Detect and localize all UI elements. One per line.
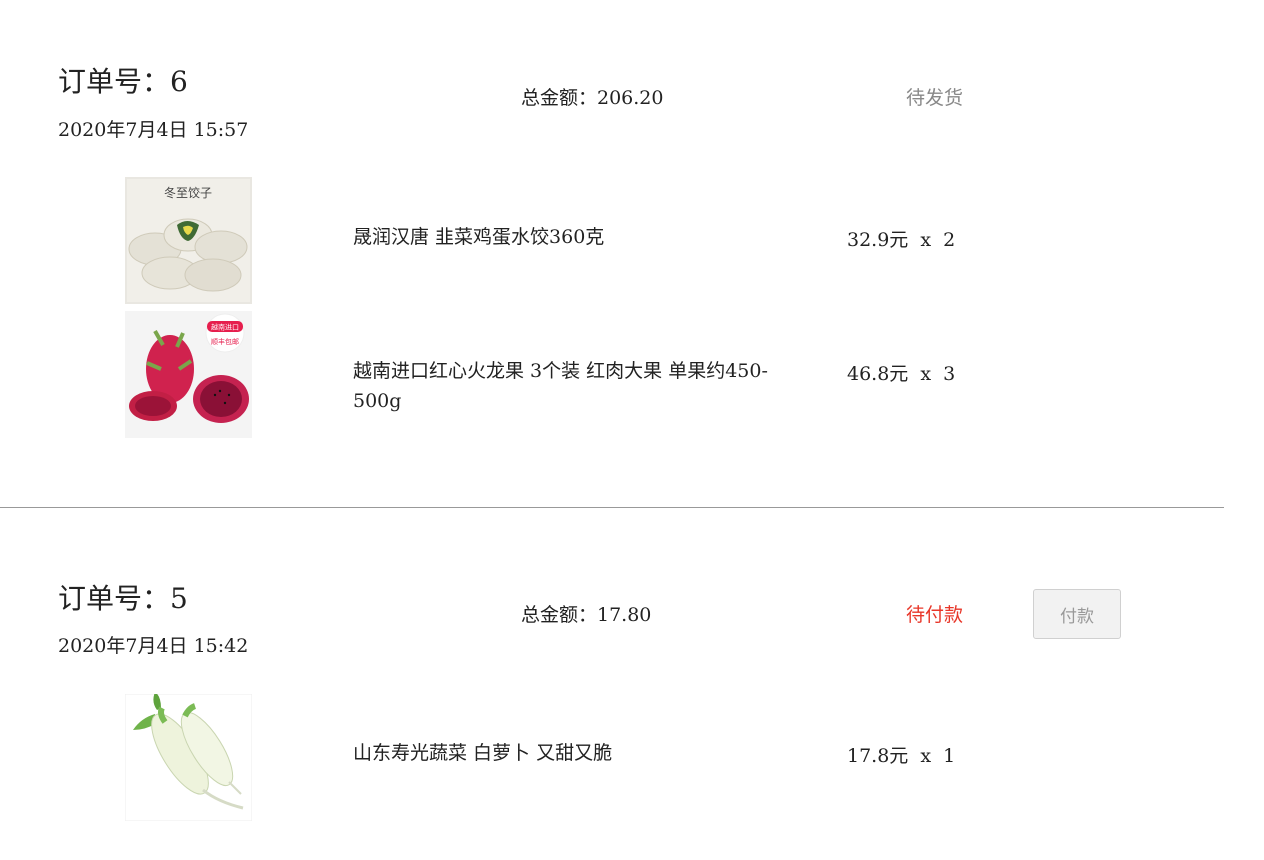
order-date: 2020年7月4日 15:57 bbox=[58, 119, 249, 141]
product-name[interactable]: 山东寿光蔬菜 白萝卜 又甜又脆 bbox=[353, 738, 793, 768]
product-price-quantity: 32.9元 x 2 bbox=[847, 229, 956, 251]
order-total: 总金额：206.20 bbox=[521, 87, 664, 109]
product-image-dragon-fruit[interactable]: 越南进口 顺丰包邮 bbox=[125, 311, 252, 438]
product-name[interactable]: 越南进口红心火龙果 3个装 红肉大果 单果约450-500g bbox=[353, 356, 793, 416]
product-image-dumplings[interactable]: 冬至饺子 bbox=[125, 177, 252, 304]
badge-import-text: 越南进口 bbox=[211, 323, 239, 332]
order-number: 订单号：6 bbox=[58, 65, 188, 98]
dumpling-image-text: 冬至饺子 bbox=[164, 185, 212, 200]
badge-shipping-text: 顺丰包邮 bbox=[211, 337, 239, 346]
product-image-radish[interactable] bbox=[125, 694, 252, 821]
pay-button[interactable]: 付款 bbox=[1033, 589, 1121, 639]
product-price-quantity: 46.8元 x 3 bbox=[847, 363, 956, 385]
order-card: 订单号：5 2020年7月4日 15:42 总金额：17.80 待付款 付款 山… bbox=[0, 508, 1224, 860]
order-date: 2020年7月4日 15:42 bbox=[58, 635, 249, 657]
order-total: 总金额：17.80 bbox=[521, 604, 652, 626]
product-price-quantity: 17.8元 x 1 bbox=[847, 745, 956, 767]
order-status: 待发货 bbox=[906, 87, 964, 109]
orders-page: 订单号：6 2020年7月4日 15:57 总金额：206.20 待发货 冬至饺… bbox=[0, 0, 1264, 860]
product-name[interactable]: 晟润汉唐 韭菜鸡蛋水饺360克 bbox=[353, 222, 793, 252]
order-status: 待付款 bbox=[906, 604, 964, 626]
order-card: 订单号：6 2020年7月4日 15:57 总金额：206.20 待发货 冬至饺… bbox=[0, 0, 1224, 508]
order-number: 订单号：5 bbox=[58, 582, 188, 615]
